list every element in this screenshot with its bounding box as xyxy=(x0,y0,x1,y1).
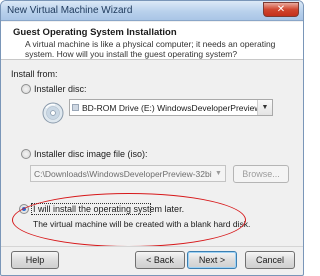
install-from-label: Install from: xyxy=(11,69,58,79)
installer-iso-radio[interactable] xyxy=(21,149,31,159)
cd-drive-icon xyxy=(42,102,64,124)
wizard-window: New Virtual Machine Wizard ✕ Guest Opera… xyxy=(0,0,304,276)
installer-disc-radio[interactable] xyxy=(21,84,31,94)
wizard-header: Guest Operating System Installation A vi… xyxy=(1,22,303,60)
page-title: Guest Operating System Installation xyxy=(13,27,177,38)
installer-iso-label[interactable]: Installer disc image file (iso): xyxy=(34,149,148,159)
disc-drive-dropdown[interactable]: BD-ROM Drive (E:) WindowsDeveloperPrevie… xyxy=(69,99,273,116)
help-button[interactable]: Help xyxy=(11,251,59,269)
install-later-label[interactable]: I will install the operating system late… xyxy=(33,204,184,214)
chevron-down-icon[interactable]: ▼ xyxy=(257,100,272,115)
iso-path-field[interactable]: C:\Downloads\WindowsDeveloperPreview-32b… xyxy=(30,165,226,182)
installer-disc-label[interactable]: Installer disc: xyxy=(34,84,87,94)
footer-divider xyxy=(1,246,303,247)
cancel-button[interactable]: Cancel xyxy=(245,251,295,269)
disc-drive-value: BD-ROM Drive (E:) WindowsDeveloperPrevie… xyxy=(82,103,261,113)
window-title: New Virtual Machine Wizard xyxy=(7,5,133,16)
close-icon: ✕ xyxy=(276,4,286,15)
back-button[interactable]: < Back xyxy=(135,251,185,269)
drive-icon xyxy=(72,104,79,111)
next-button[interactable]: Next > xyxy=(187,251,237,269)
install-later-description: The virtual machine will be created with… xyxy=(33,219,251,229)
browse-button[interactable]: Browse... xyxy=(233,165,289,183)
title-bar: New Virtual Machine Wizard ✕ xyxy=(1,1,303,21)
install-later-radio[interactable] xyxy=(19,204,29,214)
page-subtitle: A virtual machine is like a physical com… xyxy=(25,39,276,59)
iso-path-value: C:\Downloads\WindowsDeveloperPreview-32b… xyxy=(34,169,212,179)
chevron-down-icon[interactable]: ▼ xyxy=(212,166,225,181)
close-button[interactable]: ✕ xyxy=(263,2,299,17)
